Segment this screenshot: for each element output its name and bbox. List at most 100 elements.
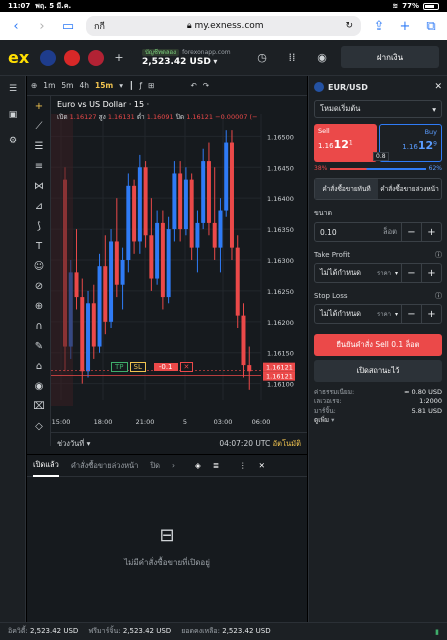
sentiment-bar bbox=[330, 167, 426, 170]
utc-time[interactable]: 04:07:20 UTC bbox=[219, 439, 270, 448]
briefcase-icon: ⊟ bbox=[159, 525, 175, 546]
tf-15m[interactable]: 15m bbox=[95, 81, 113, 90]
close-icon[interactable]: ✕ bbox=[434, 82, 442, 92]
plus-icon[interactable]: + bbox=[421, 264, 441, 282]
tf-1m[interactable]: 1m bbox=[43, 81, 55, 90]
alarm-clock-icon[interactable]: ◷ bbox=[255, 51, 269, 64]
account-selector[interactable]: บัญชีทดลอง forexonapp.com 2,523.42 USD ▾ bbox=[142, 47, 231, 67]
tp-button[interactable]: TP bbox=[111, 362, 128, 372]
sl-button[interactable]: SL bbox=[129, 362, 146, 372]
price-tick-label: 1.16100 bbox=[267, 381, 294, 389]
chevron-down-icon[interactable]: ▾ bbox=[119, 81, 123, 90]
tf-4h[interactable]: 4h bbox=[79, 81, 89, 90]
symbol-name[interactable]: EUR/USD bbox=[328, 83, 368, 92]
deposit-button[interactable]: ฝากเงิน bbox=[341, 46, 439, 68]
channel-icon[interactable]: ☰ bbox=[27, 136, 51, 156]
tab-pending-order[interactable]: คำสั่งซื้อขายล่วงหน้า bbox=[378, 184, 441, 194]
new-tab-icon[interactable]: + bbox=[397, 19, 413, 34]
candle-type-icon[interactable]: ┃ bbox=[129, 81, 134, 90]
layers-icon[interactable]: ◈ bbox=[195, 461, 201, 470]
flag-gbp-icon[interactable] bbox=[40, 49, 56, 66]
flag-chf-icon[interactable] bbox=[64, 49, 80, 66]
layout-icon[interactable]: ⊞ bbox=[148, 81, 154, 90]
menu-icon[interactable]: ☰ bbox=[0, 76, 26, 102]
tab-closed[interactable]: ปิด bbox=[150, 460, 160, 472]
minus-icon[interactable]: − bbox=[401, 264, 421, 282]
keep-open-button[interactable]: เปิดสถานะไว้ bbox=[314, 360, 442, 382]
ruler-icon[interactable]: ⊘ bbox=[27, 276, 51, 296]
favorites-icon[interactable]: ◇ bbox=[27, 416, 51, 436]
trash-icon[interactable]: ⌧ bbox=[27, 396, 51, 416]
take-profit-field[interactable]: ไม่ได้กำหนด ราคา ▾ − + bbox=[314, 263, 442, 283]
fee-label: ค่าธรรมเนียม: bbox=[314, 388, 355, 396]
fib-icon[interactable]: ≡ bbox=[27, 156, 51, 176]
candle-body bbox=[74, 272, 79, 298]
redo-icon[interactable]: ↷ bbox=[203, 81, 209, 90]
url-bar[interactable]: กกี 🔒︎ my.exness.com ↻ bbox=[86, 16, 361, 36]
tab-market-order[interactable]: คำสั่งซื้อขายทันที bbox=[315, 179, 378, 199]
tf-5m[interactable]: 5m bbox=[61, 81, 73, 90]
candle-body bbox=[155, 222, 160, 279]
candle-body bbox=[224, 142, 229, 211]
stack-icon[interactable]: ≣ bbox=[213, 461, 219, 470]
close-position-icon[interactable]: ✕ bbox=[179, 362, 194, 372]
zoom-icon[interactable]: ⊕ bbox=[27, 296, 51, 316]
auto-scale-button[interactable]: อัตโนมัติ bbox=[273, 439, 301, 448]
more-icon[interactable]: ⋮ bbox=[239, 461, 247, 470]
volume-field[interactable]: 0.10 ล็อต − + bbox=[314, 222, 442, 242]
tab-open[interactable]: เปิดแล้ว bbox=[33, 455, 59, 477]
mode-select[interactable]: โหมดเริ่มต้น ▾ bbox=[314, 100, 442, 118]
price-tick-label: 1.16250 bbox=[267, 288, 294, 296]
exness-logo[interactable]: ex bbox=[8, 48, 32, 67]
wifi-icon: ≋ bbox=[392, 2, 399, 10]
crosshair-icon[interactable]: + bbox=[27, 96, 51, 116]
minus-icon[interactable]: − bbox=[401, 305, 421, 323]
calendar-icon[interactable]: ▣ bbox=[0, 102, 26, 128]
close-icon[interactable]: ✕ bbox=[259, 461, 265, 470]
candle-body bbox=[229, 142, 234, 248]
stop-loss-field[interactable]: ไม่ได้กำหนด ราคา ▾ − + bbox=[314, 304, 442, 324]
add-icon[interactable]: + bbox=[112, 51, 126, 64]
book-icon[interactable]: ▭ bbox=[60, 19, 76, 34]
undo-icon[interactable]: ↶ bbox=[190, 81, 196, 90]
settings-icon[interactable]: ⚙ bbox=[0, 128, 26, 154]
trend-line-icon[interactable]: ⟋ bbox=[27, 116, 51, 136]
tabs-icon[interactable]: ⧉ bbox=[423, 19, 439, 34]
plus-icon[interactable]: + bbox=[421, 305, 441, 323]
back-icon[interactable]: ‹ bbox=[8, 19, 24, 34]
add-indicator-icon[interactable]: ⊕ bbox=[31, 81, 37, 90]
candle-body bbox=[189, 179, 194, 248]
lock-icon[interactable]: ⌂ bbox=[27, 356, 51, 376]
minus-icon[interactable]: − bbox=[401, 223, 421, 241]
share-icon[interactable]: ⇪ bbox=[371, 19, 387, 34]
price-chart[interactable]: 1.16500 1.16450 1.16400 1.16350 1.16300 1.162… bbox=[51, 96, 307, 436]
chevron-right-icon[interactable]: › bbox=[172, 461, 175, 470]
more-link[interactable]: ดูเพิ่ม bbox=[314, 416, 329, 424]
account-balance: 2,523.42 USD bbox=[142, 56, 211, 67]
projection-icon[interactable]: ⊿ bbox=[27, 196, 51, 216]
confirm-sell-button[interactable]: ยืนยันคำสั่ง Sell 0.1 ล็อต bbox=[314, 334, 442, 356]
flag-usd-icon[interactable] bbox=[88, 49, 104, 66]
emoji-icon[interactable]: ☺ bbox=[27, 256, 51, 276]
apps-grid-icon[interactable]: ⁞⁞ bbox=[285, 51, 299, 64]
sell-button[interactable]: Sell 1.16121 bbox=[314, 124, 377, 162]
pattern-icon[interactable]: ⋈ bbox=[27, 176, 51, 196]
text-icon[interactable]: T bbox=[27, 236, 51, 256]
forward-icon[interactable]: › bbox=[34, 19, 50, 34]
indicators-icon[interactable]: ƒ bbox=[140, 81, 143, 90]
pen-lock-icon[interactable]: ✎ bbox=[27, 336, 51, 356]
profile-icon[interactable]: ◉ bbox=[315, 51, 329, 64]
url-text: my.exness.com bbox=[194, 21, 264, 31]
info-icon[interactable]: ⓘ bbox=[435, 291, 442, 301]
date-range-button[interactable]: ช่วงวันที่ bbox=[57, 439, 84, 448]
session-highlight bbox=[51, 114, 73, 406]
eye-icon[interactable]: ◉ bbox=[27, 376, 51, 396]
buy-percent: 62% bbox=[428, 165, 442, 172]
plus-icon[interactable]: + bbox=[421, 223, 441, 241]
info-icon[interactable]: ⓘ bbox=[435, 250, 442, 260]
brush-icon[interactable]: ⟆ bbox=[27, 216, 51, 236]
tab-pending[interactable]: คำสั่งซื้อขายล่วงหน้า bbox=[71, 460, 139, 472]
magnet-icon[interactable]: ∩ bbox=[27, 316, 51, 336]
price-tick-label: 1.16450 bbox=[267, 164, 294, 172]
reload-icon[interactable]: ↻ bbox=[345, 21, 353, 31]
